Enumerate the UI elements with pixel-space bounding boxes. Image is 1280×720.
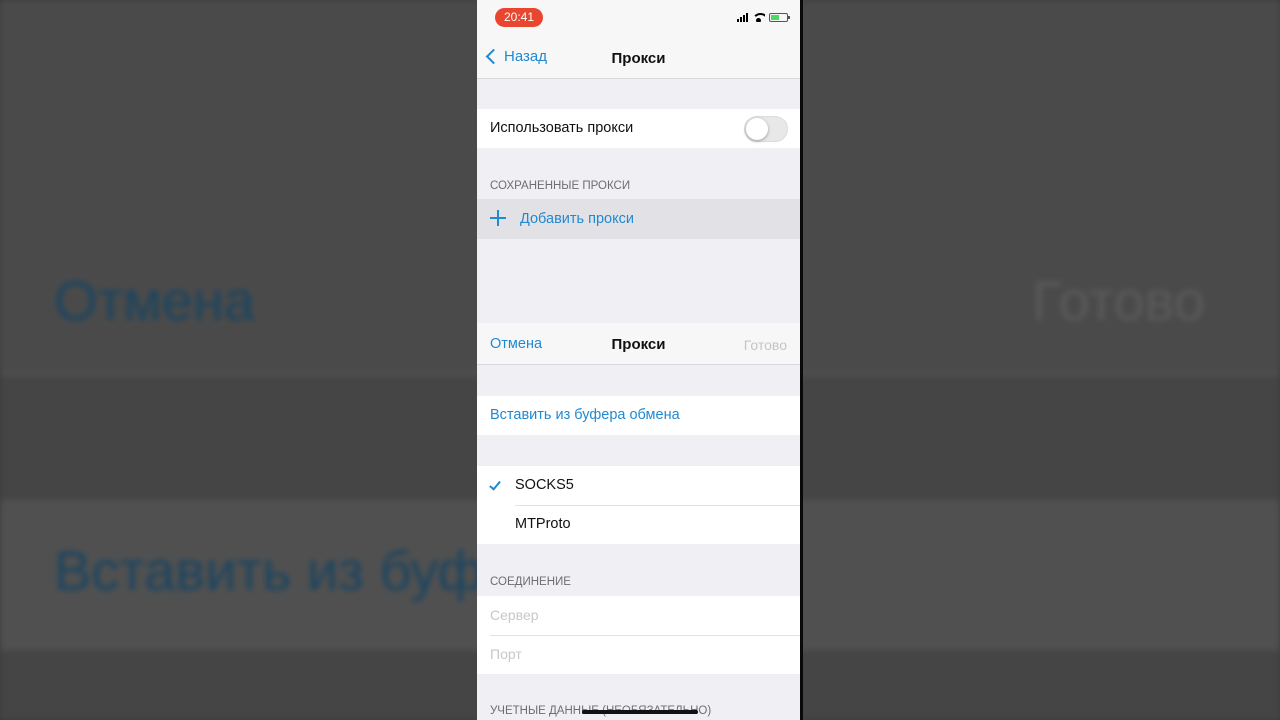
battery-icon	[769, 13, 790, 22]
proxy-type-list: SOCKS5 MTProto	[477, 466, 800, 544]
done-button[interactable]: Готово	[744, 337, 787, 353]
checkmark-icon	[489, 478, 501, 491]
status-icons	[737, 13, 790, 22]
use-proxy-row: Использовать прокси	[477, 109, 800, 148]
phone-edge	[800, 0, 803, 720]
plus-icon	[490, 210, 506, 226]
wifi-icon	[752, 13, 765, 22]
paste-from-clipboard-label: Вставить из буфера обмена	[490, 407, 680, 423]
connection-fields: Сервер Порт	[477, 596, 800, 674]
screen: Отмена Готово Вставить из буфера обмена …	[0, 0, 1280, 720]
port-field[interactable]: Порт	[477, 635, 800, 674]
page-title: Прокси	[611, 50, 666, 67]
add-proxy-row[interactable]: Добавить прокси	[477, 199, 800, 239]
saved-proxies-header: СОХРАНЕННЫЕ ПРОКСИ	[490, 180, 631, 192]
paste-from-clipboard-row[interactable]: Вставить из буфера обмена	[477, 396, 800, 435]
proxy-type-label: SOCKS5	[515, 477, 574, 493]
port-placeholder: Порт	[490, 646, 522, 662]
use-proxy-toggle[interactable]	[744, 116, 788, 142]
bg-cancel-text: Отмена	[54, 269, 255, 332]
list-item-mtproto[interactable]: MTProto	[477, 505, 800, 544]
server-placeholder: Сервер	[490, 607, 539, 623]
home-indicator[interactable]	[582, 710, 698, 714]
navigation-bar: Назад Прокси	[477, 38, 800, 79]
phone-screen: 20:41 Назад Прокси Использовать прокси С…	[477, 0, 800, 720]
list-item-socks5[interactable]: SOCKS5	[477, 466, 800, 505]
proxy-type-label: MTProto	[515, 516, 571, 532]
modal-navigation-bar: Отмена Прокси Готово	[477, 323, 800, 365]
status-bar: 20:41	[477, 0, 800, 38]
connection-header: СОЕДИНЕНИЕ	[490, 576, 571, 588]
bg-done-text: Готово	[1032, 269, 1205, 332]
server-field[interactable]: Сервер	[477, 596, 800, 635]
status-time[interactable]: 20:41	[495, 8, 543, 27]
cellular-signal-icon	[737, 13, 748, 22]
add-proxy-label: Добавить прокси	[520, 211, 634, 227]
use-proxy-label: Использовать прокси	[490, 120, 634, 136]
